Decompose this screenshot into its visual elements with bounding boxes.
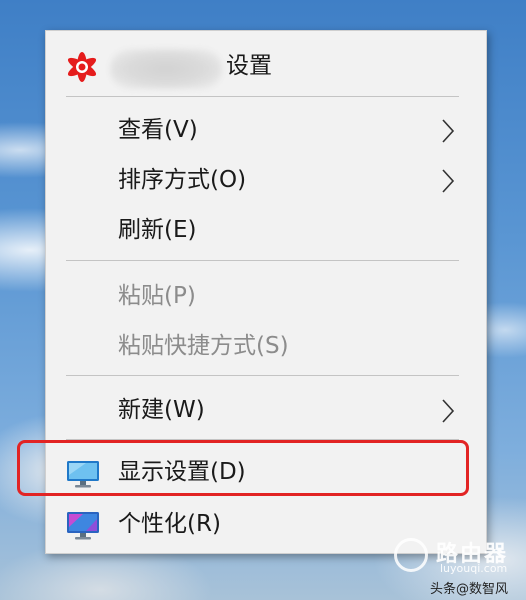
personalize-monitor-icon <box>67 512 99 540</box>
menu-item-label: 个性化(R) <box>118 511 221 537</box>
watermark: 路由器 luyouqi.com 头条@数智风 <box>388 534 526 600</box>
red-star-logo-icon <box>67 52 97 82</box>
menu-item-sort-by[interactable]: 排序方式(O) <box>46 157 486 205</box>
menu-item-refresh[interactable]: 刷新(E) <box>46 207 486 255</box>
menu-item-label: 粘贴(P) <box>118 283 196 309</box>
chevron-right-icon <box>442 169 455 193</box>
menu-item-paste-shortcut: 粘贴快捷方式(S) <box>46 323 486 371</box>
menu-item-new[interactable]: 新建(W) <box>46 387 486 435</box>
menu-item-view[interactable]: 查看(V) <box>46 107 486 155</box>
menu-item-label: 粘贴快捷方式(S) <box>118 333 289 359</box>
menu-item-app-settings[interactable]: 设置 <box>46 41 486 89</box>
menu-separator <box>66 375 459 376</box>
watermark-credit: 头条@数智风 <box>430 582 509 597</box>
menu-item-paste: 粘贴(P) <box>46 273 486 321</box>
highlight-box <box>17 440 469 496</box>
menu-item-label: 设置 <box>226 53 272 79</box>
menu-item-label: 新建(W) <box>118 397 205 423</box>
watermark-logo-icon <box>394 538 428 572</box>
menu-item-label: 排序方式(O) <box>118 167 247 193</box>
chevron-right-icon <box>442 119 455 143</box>
menu-item-label: 查看(V) <box>118 117 198 143</box>
chevron-right-icon <box>442 399 455 423</box>
app-name-redacted <box>110 49 222 89</box>
menu-separator <box>66 260 459 261</box>
menu-item-label: 刷新(E) <box>118 217 197 243</box>
menu-separator <box>66 96 459 97</box>
watermark-url: luyouqi.com <box>440 562 508 575</box>
